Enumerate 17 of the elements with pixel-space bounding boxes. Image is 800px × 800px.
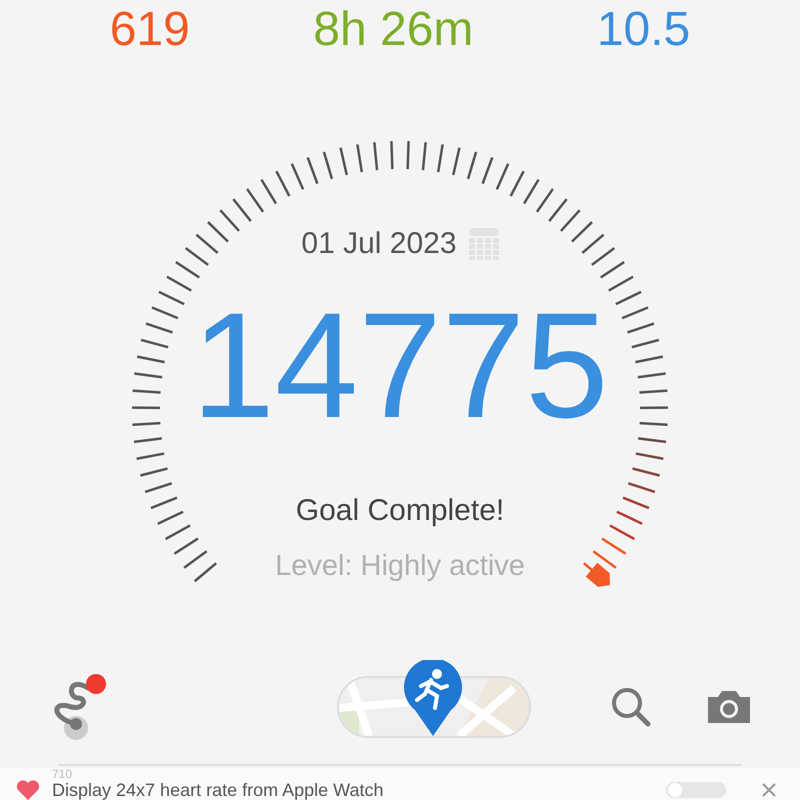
goal-status: Goal Complete! xyxy=(296,493,504,530)
heart-icon xyxy=(16,780,40,800)
date-label: 01 Jul 2023 xyxy=(301,226,457,262)
search-icon[interactable] xyxy=(610,686,652,728)
step-count: 14775 xyxy=(191,290,609,440)
banner-text: Display 24x7 heart rate from Apple Watch xyxy=(52,780,384,799)
count-label: 710 xyxy=(52,768,74,780)
summary-value: 8h 26m xyxy=(313,6,474,54)
gauge-marker-icon xyxy=(586,562,610,588)
map-button[interactable] xyxy=(337,660,531,738)
summary-value: 10.5 xyxy=(596,6,690,54)
running-pin-icon xyxy=(403,660,463,736)
camera-icon[interactable] xyxy=(706,688,752,725)
activity-level: Level: Highly active xyxy=(275,549,525,584)
close-icon[interactable] xyxy=(762,782,776,797)
toggle-switch[interactable] xyxy=(666,782,726,798)
summary-value: 619 xyxy=(110,6,190,54)
